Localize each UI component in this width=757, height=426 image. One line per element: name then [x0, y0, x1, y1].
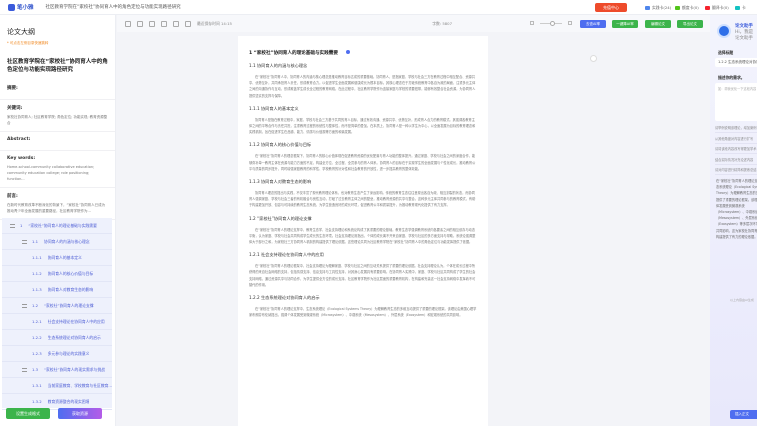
suggestion-chip[interactable]: 请举例说明该理论，增加案例 — [715, 125, 757, 133]
suggestion-chip[interactable]: 请对内容进行精简和提炼总结 — [715, 167, 757, 175]
paragraph: 在“家校社”协同育人的理念框架下，协同育人的核心价值体现在促进教育资源的优化配置… — [249, 154, 476, 171]
menu-icon — [10, 223, 15, 228]
suggestion-chip[interactable]: 结合实际情况补充论述内容 — [715, 157, 757, 165]
redo-icon[interactable] — [137, 20, 143, 27]
document-page[interactable]: 1 “家校社”协同育人的理论基础与实践需要 1.1 协同育人的内涵与核心理念在“家… — [238, 36, 488, 426]
menu-icon — [22, 367, 27, 372]
menu-icon — [22, 239, 27, 244]
heading: 1 “家校社”协同育人的理论基础与实践需要 — [249, 51, 338, 56]
outline-item[interactable]: 1.3 “家校社”协同育人的现实需求与挑战 — [2, 362, 112, 378]
zoom-in-icon[interactable] — [568, 21, 572, 25]
heading: 1.1.3 协同育人对教育生态的影响 — [249, 179, 312, 185]
keywords-section[interactable]: 关键词: 家校社协同育人; 社区教育学院; 角色定位; 功能实现; 教育资源整合 — [0, 100, 115, 132]
resource-button[interactable]: 获取资源 — [58, 408, 102, 419]
zoom-slider[interactable] — [540, 21, 562, 26]
requirement-input[interactable]: 如：帮我优化一下这段内容 — [715, 83, 757, 121]
top-bar: 笔小雅 社区教育学院在“家校社”协同育人中的角色定位与功能实现路径研究 — [0, 0, 757, 15]
paragraph: 协同育人是指在教育过程中，家庭、学校与社会三方基于共同的育人目标，通过有效沟通、… — [249, 117, 476, 135]
paper-title: 社区教育学院在“家校社”协同育人中的角色定位与功能实现路径研究 — [7, 59, 108, 73]
outline-item[interactable]: 1.2.1 社会支持理论在协同育人中的应用 — [2, 314, 112, 330]
assistant-reply: 在“家校社”协同育人的理论支撑中，生态系统理论（Ecological Syste… — [716, 179, 757, 239]
paragraph: 在“家校社”协同育人的理论框架中，社会支持理论为理解家庭、学校与社区之间的互动关… — [249, 264, 476, 287]
table-icon[interactable] — [161, 20, 167, 27]
logo-icon — [8, 3, 15, 11]
outline-title: 论文大纲 — [7, 28, 35, 36]
assistant-avatar-icon — [717, 24, 731, 38]
save-time: 最近保存时间 14:15 — [197, 20, 232, 26]
doc-title: 社区教育学院在“家校社”协同育人中的角色定位与功能实现路径研究 — [45, 5, 181, 10]
ai-footer-note: 以上内容由AI生成 — [730, 298, 754, 302]
outline-item[interactable]: 1.3.1 当前家庭教育、学校教育与社区教育... — [2, 378, 112, 394]
heading: 1.1.2 协同育人的核心价值与目标 — [249, 142, 312, 148]
badge-3[interactable]: 卡 — [735, 5, 746, 11]
card-icon — [645, 6, 650, 10]
heading: 1.1.1 协同育人的基本定义 — [249, 105, 299, 111]
assistant-name: 论文助手 — [735, 24, 753, 29]
undo-icon[interactable] — [125, 20, 131, 27]
menu-icon — [22, 303, 27, 308]
paragraph: 在“家校社”协同育人的理论支撑中，教育生态学、社会支持理论和系统论构成了其重要的… — [249, 227, 476, 245]
badge-1[interactable]: 额度卡(0) — [675, 5, 699, 11]
collapse-icon[interactable] — [590, 55, 597, 62]
heading: 1.2.2 生态系统理论对协同育人的启示 — [249, 295, 320, 301]
badge-2[interactable]: 翻译卡(0) — [705, 5, 729, 11]
outline-hint: * 可点击左侧目录快速跳转 — [7, 41, 49, 45]
abstract-en-section[interactable]: Abstract: — [0, 132, 115, 151]
card-icon — [675, 6, 680, 10]
section-label: 选择标题 — [718, 50, 734, 55]
outline-item[interactable]: 1.1.3 协同育人对教育生态的影响 — [2, 282, 112, 298]
outline-item[interactable]: 1.2.3 多元参与理论的实践意义 — [2, 346, 112, 362]
card-icon — [705, 6, 710, 10]
abstract-section[interactable]: 摘要: — [0, 80, 115, 100]
assistant-greeting: Hi，我是论文助手 — [735, 30, 754, 41]
format-button[interactable]: 设置生成格式 — [6, 408, 50, 419]
outline-item[interactable]: 1.1.1 协同育人的基本定义 — [2, 250, 112, 266]
outline-item[interactable]: 1.2.2 生态系统理论对协同育人的启示 — [2, 330, 112, 346]
reduce-ai-button[interactable]: 一键降AI率 — [612, 20, 638, 28]
outline-tree: 1 “家校社”协同育人的理论基础与实践需要 1.1 协同育人的内涵与核心理念 1.1.1… — [2, 218, 112, 410]
card-icon — [735, 6, 740, 10]
verified-icon — [346, 50, 350, 54]
insert-button[interactable]: 插入正文 — [730, 410, 757, 419]
badge-0[interactable]: 实践卡(24) — [645, 5, 671, 11]
word-count: 字数: 5807 — [432, 20, 452, 26]
keywords-en-section[interactable]: Key words: Home-school-community collabor… — [0, 151, 115, 188]
recharge-button[interactable]: 充值中心 — [595, 3, 627, 12]
heading: 1.1 协同育人的内涵与核心理念 — [249, 63, 308, 68]
zoom-out-icon[interactable] — [530, 21, 534, 25]
heading: 1.2.1 社会支持理论在协同育人中的应用 — [249, 252, 324, 258]
edit-paper-button[interactable]: 编辑论文 — [645, 20, 671, 28]
suggestion-chip[interactable]: 请将该段内容改写得更加学术 — [715, 146, 757, 154]
app-logo[interactable]: 笔小雅 — [8, 3, 34, 11]
assistant-panel: 论文助手 Hi，我是论文助手 选择标题 1.2.2 生态系统理论对协同育人的启示… — [710, 15, 757, 426]
suggestion-chip[interactable]: 从其他角度对内容进行扩写 — [715, 136, 757, 144]
intro-section[interactable]: 前言: 在新时代教育改革不断深化的背景下，“家校社”协同育人已成为推动青少年全面发… — [0, 188, 115, 220]
paragraph: 在“家校社”协同育人中，协同育人的内涵与核心理念是推动教育目标达成的重要基础。协… — [249, 75, 476, 98]
outline-item[interactable]: 1.1.2 协同育人的核心价值与目标 — [2, 266, 112, 282]
outline-item[interactable]: 1.1 协同育人的内涵与核心理念 — [2, 234, 112, 250]
paragraph: 协同育人理念的提出与实践，不仅丰富了现代教育理论体系，也对教育生态产生了深远影响… — [249, 191, 476, 208]
paragraph: 在“家校社”协同育人的理论支撑中，生态系统理论（Ecological Syste… — [249, 307, 477, 318]
outline-item[interactable]: 1.2 “家校社”协同育人的理论支撑 — [2, 298, 112, 314]
format-icon[interactable] — [149, 20, 155, 27]
export-button[interactable]: 导出论文 — [677, 20, 703, 28]
selected-heading-field[interactable]: 1.2.2 生态系统理论对协同育人的启示 — [715, 58, 757, 67]
ai-check-button[interactable]: 去查AI率 — [580, 20, 606, 28]
requirement-label: 描述你的需求。 — [718, 75, 745, 80]
outline-item[interactable]: 1 “家校社”协同育人的理论基础与实践需要 — [2, 218, 112, 234]
text-icon[interactable] — [185, 20, 191, 27]
heading: 1.2 “家校社”协同育人的理论支撑 — [249, 215, 312, 221]
check-icon[interactable] — [173, 20, 179, 27]
